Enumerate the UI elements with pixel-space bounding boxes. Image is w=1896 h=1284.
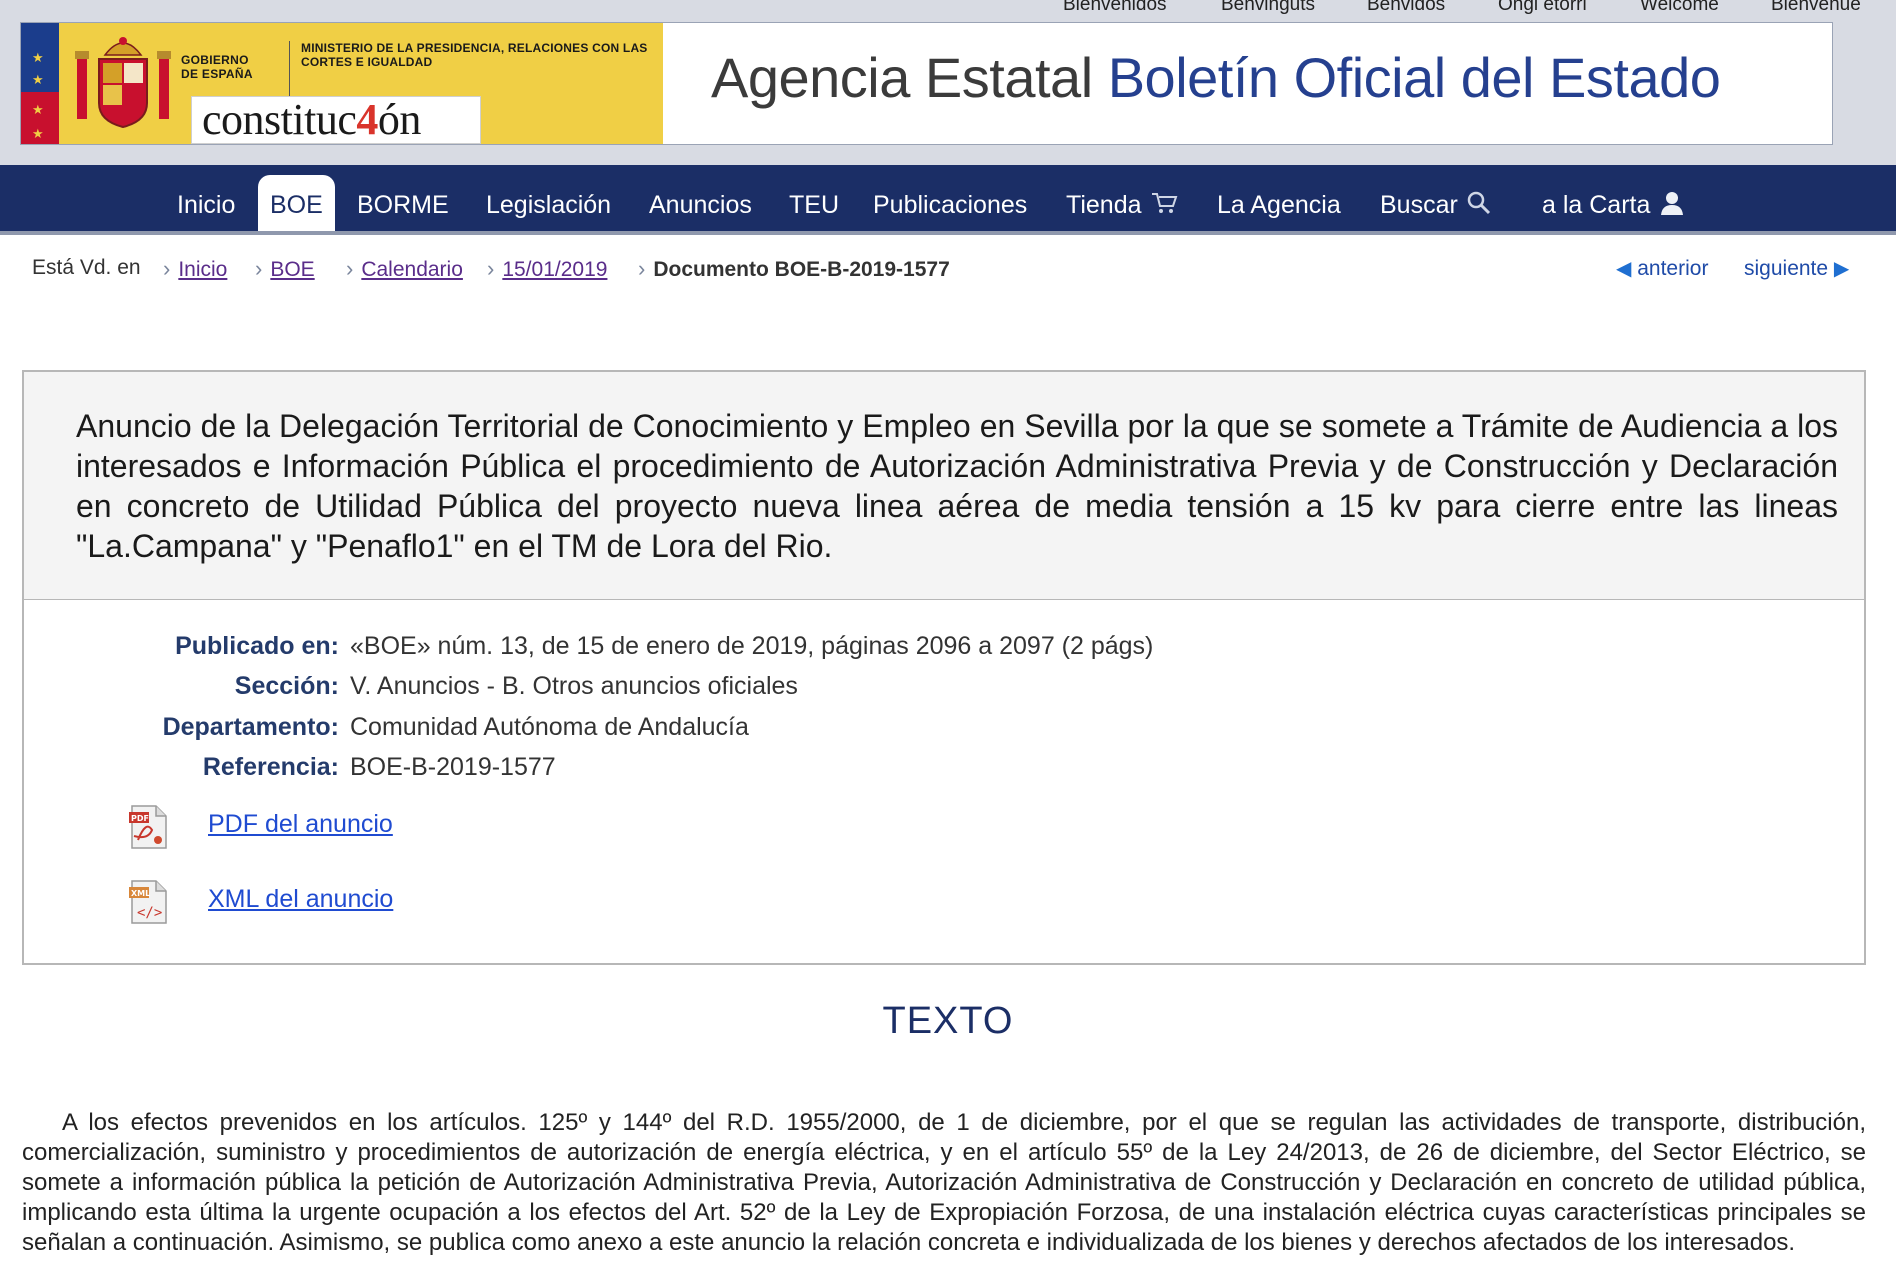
svg-text:</>: </> <box>137 905 162 921</box>
breadcrumb-current: › Documento BOE-B-2019-1577 <box>638 256 950 282</box>
meta-row-referencia: Referencia: BOE-B-2019-1577 <box>24 753 1864 787</box>
triangle-right-icon: ▶ <box>1833 258 1850 280</box>
nav-inicio[interactable]: Inicio <box>177 175 235 231</box>
eu-flag-icon: ★ ★ ★ ★ <box>21 23 59 144</box>
lang-link-eu[interactable]: Ongi etorri <box>1498 0 1587 16</box>
ministerio-text: MINISTERIO DE LA PRESIDENCIA, RELACIONES… <box>301 41 648 69</box>
meta-label: Publicado en: <box>175 632 339 660</box>
meta-value: BOE-B-2019-1577 <box>350 753 556 781</box>
xml-download-link[interactable]: XML del anuncio <box>208 885 393 914</box>
pdf-file-icon: PDF <box>129 805 167 849</box>
breadcrumb-item: › Inicio <box>163 256 227 282</box>
next-label: siguiente <box>1744 257 1829 280</box>
nav-la-agencia[interactable]: La Agencia <box>1217 175 1341 231</box>
gobierno-text: GOBIERNO DE ESPAÑA <box>181 53 253 81</box>
agency-title-part2: Boletín Oficial del Estado <box>1107 46 1721 109</box>
logo-divider <box>289 41 290 101</box>
chevron-right-icon: › <box>638 256 646 281</box>
agency-title[interactable]: Agencia Estatal Boletín Oficial del Esta… <box>711 43 1721 113</box>
meta-row-departamento: Departamento: Comunidad Autónoma de Anda… <box>24 713 1864 747</box>
nav-buscar-label: Buscar <box>1380 191 1458 219</box>
previous-label: anterior <box>1637 257 1709 280</box>
breadcrumb-link-calendario[interactable]: Calendario <box>361 258 463 281</box>
nav-tienda-label: Tienda <box>1066 191 1142 219</box>
triangle-left-icon: ◀ <box>1616 258 1632 280</box>
language-bar: Bienvenidos Benvinguts Benvidos Ongi eto… <box>0 0 1896 22</box>
nav-buscar[interactable]: Buscar <box>1380 175 1492 231</box>
previous-link[interactable]: ◀ anterior <box>1616 256 1708 281</box>
agency-title-part1: Agencia Estatal <box>711 46 1093 109</box>
meta-value: V. Anuncios - B. Otros anuncios oficiale… <box>350 672 798 700</box>
lang-link-ca[interactable]: Benvinguts <box>1221 0 1315 16</box>
svg-text:XML: XML <box>131 889 150 898</box>
meta-value: Comunidad Autónoma de Andalucía <box>350 713 749 741</box>
next-link[interactable]: siguiente ▶ <box>1744 256 1849 281</box>
main-nav: Inicio BOE BORME Legislación Anuncios TE… <box>0 165 1896 235</box>
nav-teu[interactable]: TEU <box>789 175 839 231</box>
constitucion-40-logo: constituc4ón <box>191 96 481 144</box>
xml-download[interactable]: XML </> XML del anuncio <box>128 879 428 924</box>
coat-of-arms-icon <box>75 37 171 129</box>
constitucion-40-number: 4 <box>356 95 378 144</box>
chevron-right-icon: › <box>163 256 171 281</box>
lang-link-es[interactable]: Bienvenidos <box>1063 0 1167 16</box>
lang-link-en[interactable]: Welcome <box>1640 0 1719 16</box>
document-title: Anuncio de la Delegación Territorial de … <box>76 408 1838 564</box>
document-panel: Anuncio de la Delegación Territorial de … <box>22 370 1866 965</box>
nav-anuncios[interactable]: Anuncios <box>649 175 752 231</box>
constitucion-text-end: ón <box>377 95 422 144</box>
meta-label: Referencia: <box>202 753 339 781</box>
svg-text:PDF: PDF <box>131 814 149 823</box>
meta-row-publicado: Publicado en: «BOE» núm. 13, de 15 de en… <box>24 632 1864 666</box>
breadcrumb: Está Vd. en › Inicio › BOE › Calendario › 15… <box>0 256 1896 286</box>
meta-label: Departamento: <box>162 713 339 741</box>
nav-publicaciones[interactable]: Publicaciones <box>873 175 1027 231</box>
breadcrumb-item: › BOE <box>255 256 315 282</box>
cart-icon <box>1151 193 1177 214</box>
nav-a-la-carta-label: a la Carta <box>1542 191 1651 219</box>
user-icon <box>1661 192 1684 216</box>
breadcrumb-link-inicio[interactable]: Inicio <box>178 258 227 281</box>
search-icon <box>1467 192 1490 215</box>
lang-link-gl[interactable]: Benvidos <box>1367 0 1445 16</box>
nav-borme[interactable]: BORME <box>357 175 449 231</box>
site-header: ★ ★ ★ ★ GOBIERNO DE ESPAÑA MINISTERIO DE… <box>20 22 1833 145</box>
pdf-download-link[interactable]: PDF del anuncio <box>208 810 393 839</box>
meta-row-seccion: Sección: V. Anuncios - B. Otros anuncios… <box>24 672 1864 706</box>
meta-value: «BOE» núm. 13, de 15 de enero de 2019, p… <box>350 632 1154 660</box>
texto-paragraph: A los efectos prevenidos en los artículo… <box>22 1109 1866 1256</box>
nav-boe[interactable]: BOE <box>258 175 335 231</box>
xml-file-icon: XML </> <box>129 880 167 924</box>
document-title-panel: Anuncio de la Delegación Territorial de … <box>24 372 1864 600</box>
breadcrumb-item: › Calendario <box>346 256 463 282</box>
breadcrumb-link-date[interactable]: 15/01/2019 <box>502 258 607 281</box>
breadcrumb-item: › 15/01/2019 <box>487 256 607 282</box>
nav-a-la-carta[interactable]: a la Carta <box>1542 175 1686 231</box>
pdf-download[interactable]: PDF PDF del anuncio <box>128 804 428 849</box>
breadcrumb-current-label: Documento BOE-B-2019-1577 <box>653 258 950 281</box>
chevron-right-icon: › <box>255 256 263 281</box>
chevron-right-icon: › <box>346 256 354 281</box>
meta-label: Sección: <box>234 672 339 700</box>
texto-heading: TEXTO <box>882 1000 1014 1042</box>
breadcrumb-prefix: Está Vd. en <box>32 256 141 279</box>
lang-link-fr[interactable]: Bienvenue <box>1771 0 1861 16</box>
chevron-right-icon: › <box>487 256 495 281</box>
gobierno-logo[interactable]: ★ ★ ★ ★ GOBIERNO DE ESPAÑA MINISTERIO DE… <box>21 23 663 144</box>
constitucion-text: constituc <box>202 95 357 144</box>
nav-legislacion[interactable]: Legislación <box>486 175 611 231</box>
nav-tienda[interactable]: Tienda <box>1066 175 1178 231</box>
breadcrumb-link-boe[interactable]: BOE <box>270 258 314 281</box>
